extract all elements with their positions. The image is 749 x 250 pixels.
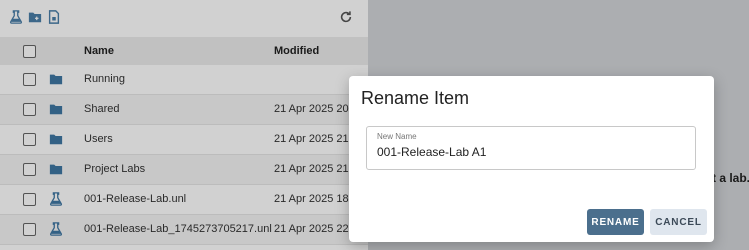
rename-button[interactable]: RENAME	[587, 209, 644, 235]
new-name-input[interactable]	[377, 145, 677, 159]
rename-dialog: Rename Item New Name RENAME CANCEL	[349, 76, 714, 242]
cancel-button[interactable]: CANCEL	[650, 209, 707, 235]
page: Name Modified Running Shared 21 Apr 2025…	[0, 0, 749, 250]
dialog-title: Rename Item	[361, 88, 470, 108]
new-name-label: New Name	[377, 132, 417, 141]
new-name-field: New Name	[366, 126, 696, 170]
